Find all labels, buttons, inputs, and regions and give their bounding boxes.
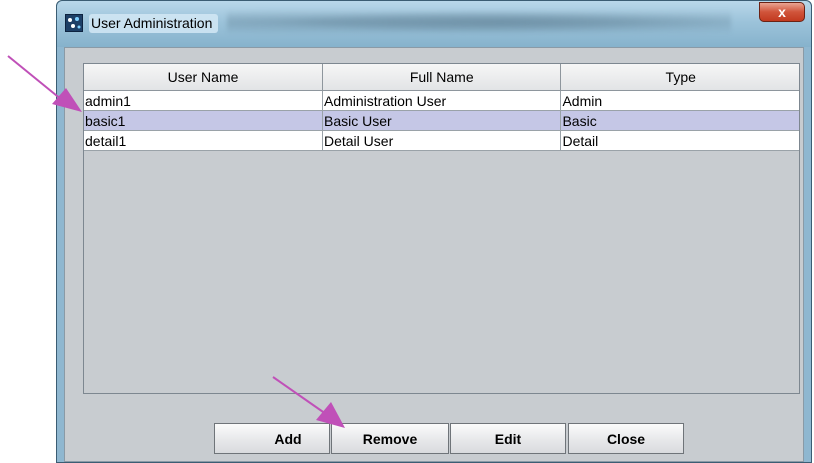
cell-type: Detail bbox=[560, 130, 799, 151]
screenshot-stage: User Administration x User Name Full Nam… bbox=[0, 0, 814, 463]
add-button[interactable]: Add bbox=[214, 423, 330, 454]
cell-full-name: Administration User bbox=[322, 90, 562, 111]
cell-type: Admin bbox=[560, 90, 799, 111]
title-bar[interactable]: User Administration x bbox=[57, 1, 811, 47]
cell-full-name: Detail User bbox=[322, 130, 562, 151]
window-close-button[interactable]: x bbox=[759, 2, 805, 22]
cell-type: Basic bbox=[560, 110, 799, 131]
cell-user-name: detail1 bbox=[84, 130, 323, 151]
column-header-type[interactable]: Type bbox=[560, 64, 799, 91]
client-area: User Name Full Name Type admin1 Administ… bbox=[64, 47, 804, 462]
table-row-selected[interactable]: basic1 Basic User Basic bbox=[84, 110, 799, 131]
users-table: User Name Full Name Type admin1 Administ… bbox=[84, 64, 799, 151]
cell-user-name: admin1 bbox=[84, 90, 323, 111]
window-title: User Administration bbox=[89, 14, 219, 33]
close-button[interactable]: Close bbox=[568, 423, 684, 454]
app-icon bbox=[65, 14, 83, 32]
table-row[interactable]: detail1 Detail User Detail bbox=[84, 130, 799, 151]
cell-full-name: Basic User bbox=[322, 110, 562, 131]
column-header-user-name[interactable]: User Name bbox=[84, 64, 323, 91]
column-header-full-name[interactable]: Full Name bbox=[322, 64, 562, 91]
table-header-row: User Name Full Name Type bbox=[84, 64, 799, 91]
cell-user-name: basic1 bbox=[84, 110, 323, 131]
table-row[interactable]: admin1 Administration User Admin bbox=[84, 90, 799, 111]
close-icon: x bbox=[778, 4, 786, 20]
remove-button[interactable]: Remove bbox=[331, 423, 449, 454]
edit-button[interactable]: Edit bbox=[450, 423, 566, 454]
users-table-container: User Name Full Name Type admin1 Administ… bbox=[83, 63, 800, 394]
user-administration-window: User Administration x User Name Full Nam… bbox=[56, 0, 812, 463]
